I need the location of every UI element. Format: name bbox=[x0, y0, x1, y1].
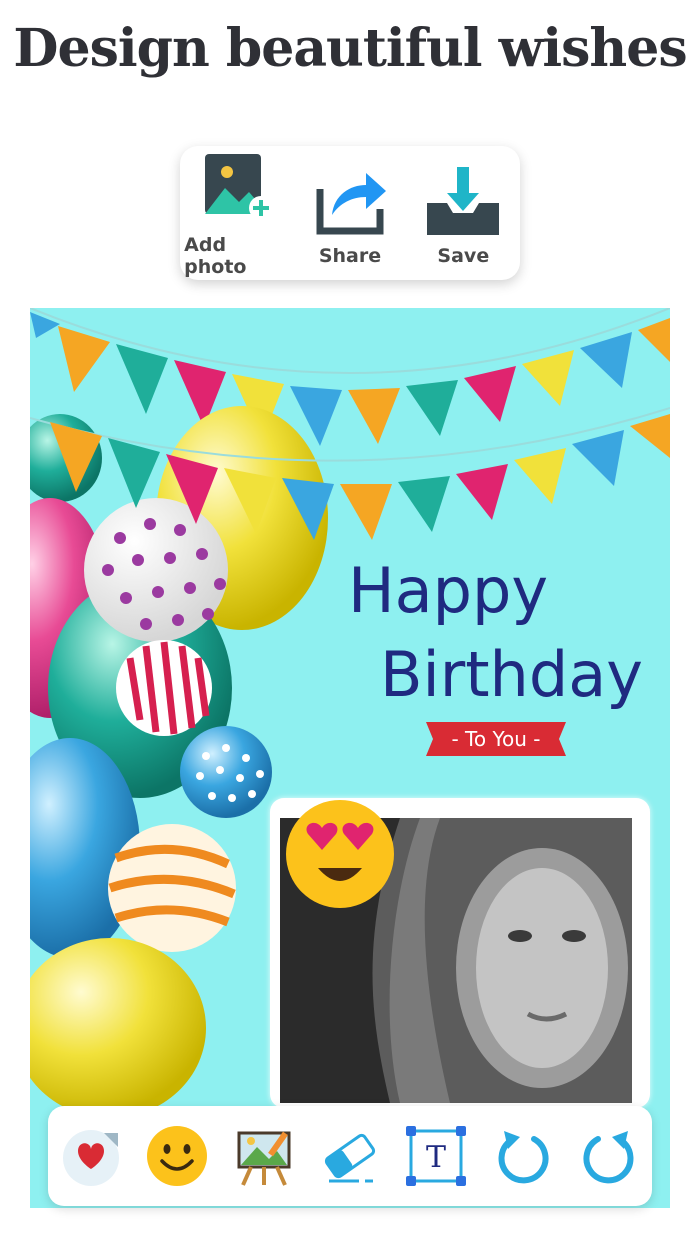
redo-button[interactable] bbox=[574, 1121, 644, 1191]
card-ribbon[interactable]: - To You - bbox=[426, 722, 566, 756]
heart-eyes-emoji-icon[interactable] bbox=[284, 798, 396, 910]
card-title-line2[interactable]: Birthday bbox=[380, 644, 643, 706]
undo-icon bbox=[498, 1131, 549, 1184]
eraser-button[interactable] bbox=[315, 1121, 385, 1191]
greeting-card-canvas[interactable]: Happy Birthday - To You - bbox=[30, 308, 670, 1208]
add-photo-button[interactable]: Add photo bbox=[184, 148, 289, 278]
add-photo-icon bbox=[204, 154, 273, 220]
add-photo-label: Add photo bbox=[184, 234, 247, 278]
redo-icon bbox=[583, 1131, 634, 1184]
background-button[interactable] bbox=[229, 1121, 299, 1191]
share-button[interactable]: Share bbox=[297, 159, 402, 267]
undo-button[interactable] bbox=[488, 1121, 558, 1191]
headline: Design beautiful wishes bbox=[13, 18, 687, 79]
smiley-icon bbox=[147, 1126, 208, 1186]
text-box-icon: T bbox=[406, 1126, 467, 1186]
eraser-icon bbox=[324, 1133, 376, 1183]
sticker-button[interactable] bbox=[56, 1121, 126, 1191]
save-button[interactable]: Save bbox=[411, 159, 516, 267]
easel-icon bbox=[237, 1131, 291, 1186]
save-label: Save bbox=[437, 245, 490, 267]
share-label: Share bbox=[318, 245, 382, 267]
sticker-icon bbox=[63, 1130, 120, 1186]
top-toolbar: Add photo Share Save bbox=[180, 146, 520, 280]
text-glyph: T bbox=[426, 1140, 446, 1175]
download-icon bbox=[427, 167, 500, 235]
share-icon bbox=[316, 173, 386, 235]
add-text-button[interactable]: T bbox=[401, 1121, 471, 1191]
bottom-toolbar: T bbox=[48, 1106, 652, 1206]
emoji-button[interactable] bbox=[142, 1121, 212, 1191]
card-title-line1[interactable]: Happy bbox=[348, 560, 548, 622]
